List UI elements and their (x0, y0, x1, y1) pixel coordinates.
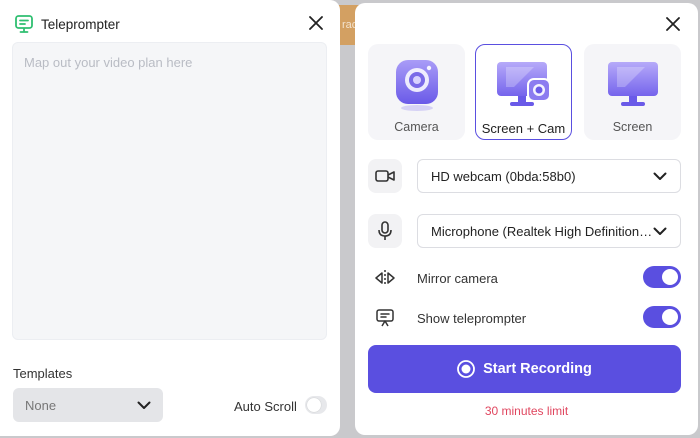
toggle-knob (307, 398, 321, 412)
toggle-knob (662, 309, 678, 325)
teleprompter-title: Teleprompter (41, 16, 120, 32)
mirror-camera-toggle[interactable] (643, 266, 681, 288)
start-recording-button[interactable]: Start Recording (368, 345, 681, 393)
mirror-icon (375, 270, 395, 286)
chevron-down-icon (653, 172, 667, 180)
mode-screen-cam-label: Screen + Cam (481, 121, 566, 136)
mode-screen-label: Screen (612, 120, 653, 134)
webcam-illustration-icon (395, 60, 438, 111)
toggle-knob (662, 269, 678, 285)
teleprompter-close-button[interactable] (305, 12, 327, 34)
chevron-down-icon (137, 401, 151, 409)
mode-screen-card[interactable]: Screen (584, 44, 681, 140)
mirror-camera-label: Mirror camera (417, 271, 498, 286)
show-teleprompter-label: Show teleprompter (417, 311, 527, 326)
templates-select[interactable]: None (13, 388, 163, 422)
auto-scroll-label: Auto Scroll (234, 399, 297, 414)
microphone-device-value: Microphone (Realtek High Definition Audi… (431, 223, 653, 239)
chevron-down-icon (653, 227, 667, 235)
close-icon (309, 16, 323, 30)
start-recording-label: Start Recording (483, 361, 592, 377)
camera-device-select[interactable]: HD webcam (0bda:58b0) (417, 159, 681, 193)
screen-with-camera-illustration-icon (496, 62, 551, 106)
camera-device-icon-box (368, 159, 402, 193)
mode-camera-label: Camera (394, 120, 439, 134)
record-icon (457, 360, 476, 378)
microphone-icon-box (368, 214, 402, 248)
microphone-icon (378, 221, 392, 240)
video-camera-icon (375, 170, 395, 182)
recording-limit-text: 30 minutes limit (484, 404, 569, 418)
presentation-icon (376, 309, 394, 327)
camera-device-value: HD webcam (0bda:58b0) (431, 168, 576, 184)
teleprompter-panel: Teleprompter Templates None Auto Scroll (0, 0, 340, 436)
show-teleprompter-toggle[interactable] (643, 306, 681, 328)
teleprompter-header: Teleprompter (14, 13, 120, 35)
recorder-panel: Camera Screen + Cam Screen HD webcam (0b… (355, 3, 698, 435)
microphone-device-select[interactable]: Microphone (Realtek High Definition Audi… (417, 214, 681, 248)
templates-label: Templates (13, 366, 73, 381)
teleprompter-setting-icon-box (373, 306, 397, 330)
mirror-icon-box (373, 266, 397, 290)
templates-select-value: None (25, 397, 57, 413)
mode-camera-card[interactable]: Camera (368, 44, 465, 140)
teleprompter-script-input[interactable] (12, 42, 327, 340)
close-icon (666, 17, 680, 31)
teleprompter-icon (15, 15, 33, 33)
mode-screen-cam-card[interactable]: Screen + Cam (475, 44, 572, 140)
recorder-close-button[interactable] (662, 13, 684, 35)
auto-scroll-toggle[interactable] (305, 396, 327, 414)
monitor-illustration-icon (607, 62, 658, 106)
